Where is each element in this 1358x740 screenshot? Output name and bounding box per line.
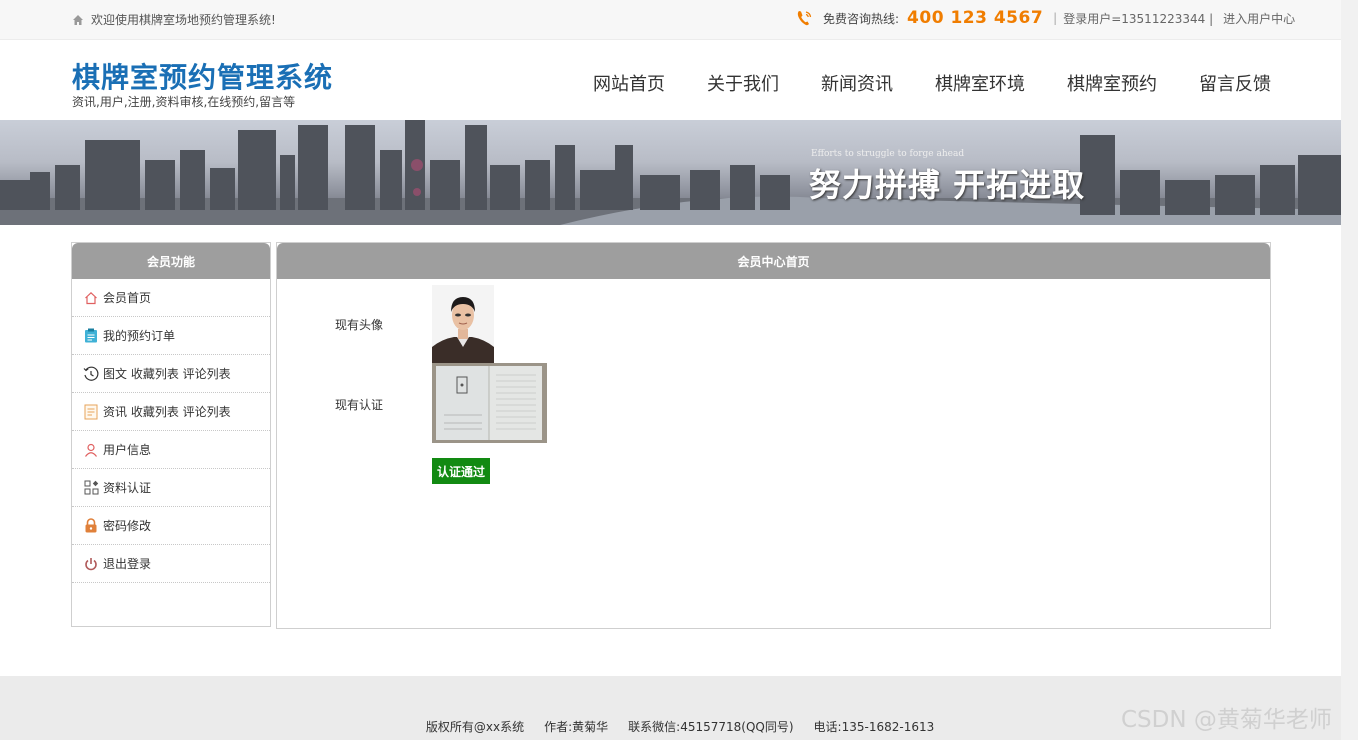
hotline-area: 免费咨询热线: 400 123 4567 | 登录用户=13511223344 … [795,8,1295,28]
certificate-label: 现有认证 [335,398,384,412]
member-center-panel: 会员中心首页 现有头像 现有认证 认证通过 [276,242,1271,629]
sidebar-item-logout[interactable]: 退出登录 [72,545,270,583]
sidebar-item-label: 图文 收藏列表 评论列表 [103,367,231,381]
banner-slogan-english: Efforts to struggle to forge ahead [811,149,965,159]
site-subtitle: 资讯,用户,注册,资料审核,在线预约,留言等 [72,95,296,109]
hotline-number: 400 123 4567 [907,8,1044,28]
nav-news[interactable]: 新闻资讯 [821,70,893,96]
main-nav: 网站首页 关于我们 新闻资讯 棋牌室环境 棋牌室预约 留言反馈 [593,70,1313,96]
page: 欢迎使用棋牌室场地预约管理系统! 免费咨询热线: 400 123 4567 | … [0,0,1358,740]
footer-phone: 电话:135-1682-1613 [813,720,935,734]
login-user: 登录用户=13511223344 | [1063,11,1214,26]
power-icon [83,556,99,572]
welcome-message: 欢迎使用棋牌室场地预约管理系统! [72,11,276,28]
home-icon [83,290,99,306]
header: 棋牌室预约管理系统 资讯,用户,注册,资料审核,在线预约,留言等 网站首页 关于… [0,40,1341,120]
footer-info: 版权所有@xx系统 作者:黄菊华 联系微信:45157718(QQ同号) 电话:135… [403,704,954,740]
sidebar-item-change-password[interactable]: 密码修改 [72,507,270,545]
sidebar-item-label: 资料认证 [103,481,152,495]
avatar-label: 现有头像 [335,318,384,332]
history-icon [83,366,99,382]
nav-environment[interactable]: 棋牌室环境 [935,70,1025,96]
phone-icon [797,11,812,26]
sidebar-title: 会员功能 [72,243,270,279]
home-icon [73,14,83,25]
sidebar-item-my-orders[interactable]: 我的预约订单 [72,317,270,355]
sidebar-item-label: 退出登录 [103,557,152,571]
sidebar-item-member-home[interactable]: 会员首页 [72,279,270,317]
city-banner: Efforts to struggle to forge ahead 努力拼搏 … [0,120,1341,225]
document-icon [83,404,99,420]
welcome-text: 欢迎使用棋牌室场地预约管理系统! [91,13,276,27]
sidebar-item-label: 资讯 收藏列表 评论列表 [103,405,231,419]
city-skyline-image [0,120,1341,225]
sidebar-item-image-collections[interactable]: 图文 收藏列表 评论列表 [72,355,270,393]
panel-title: 会员中心首页 [277,243,1270,279]
sidebar-item-label: 会员首页 [103,291,152,305]
nav-feedback[interactable]: 留言反馈 [1199,70,1271,96]
nav-reservation[interactable]: 棋牌室预约 [1067,70,1157,96]
avatar-image[interactable] [432,285,494,363]
nav-home[interactable]: 网站首页 [593,70,665,96]
user-icon [83,442,99,458]
divider: | [1053,11,1058,25]
nav-about[interactable]: 关于我们 [707,70,779,96]
footer-author: 作者:黄菊华 [544,720,609,734]
top-bar: 欢迎使用棋牌室场地预约管理系统! 免费咨询热线: 400 123 4567 | … [0,0,1341,40]
user-center-link[interactable]: 进入用户中心 [1223,10,1295,27]
clipboard-icon [83,328,99,344]
certificate-image[interactable] [432,363,547,443]
page-scrollbar[interactable] [1341,0,1358,740]
sidebar-item-label: 用户信息 [103,443,152,457]
sidebar-item-label: 密码修改 [103,519,152,533]
member-sidebar: 会员功能 会员首页 我的预约订单 图文 收藏列表 评论列表 资讯 收藏列表 评论… [71,242,271,627]
sidebar-item-label: 我的预约订单 [103,329,176,343]
verification-status-badge: 认证通过 [432,458,491,484]
sidebar-item-news-collections[interactable]: 资讯 收藏列表 评论列表 [72,393,270,431]
lock-icon [83,518,99,534]
footer-copyright: 版权所有@xx系统 [425,720,525,734]
hotline-label: 免费咨询热线: [823,11,900,26]
sidebar-item-user-info[interactable]: 用户信息 [72,431,270,469]
site-title[interactable]: 棋牌室预约管理系统 [72,56,333,96]
sidebar-item-verification[interactable]: 资料认证 [72,469,270,507]
banner-slogan: 努力拼搏 开拓进取 [809,166,1086,204]
csdn-watermark: CSDN @黄菊华老师 [1121,707,1332,733]
footer-wechat: 联系微信:45157718(QQ同号) [628,720,794,734]
grid-icon [83,480,99,496]
